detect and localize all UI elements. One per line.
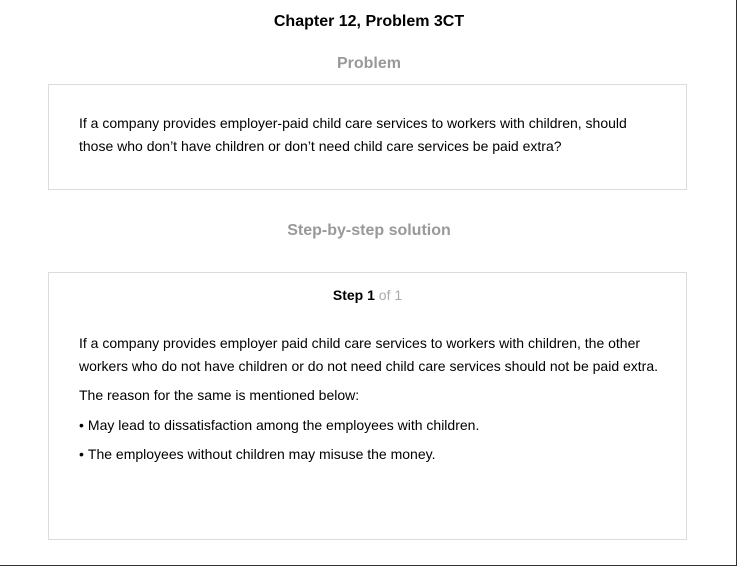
chapter-title: Chapter 12, Problem 3CT xyxy=(273,13,465,30)
solution-paragraph: If a company provides employer paid chil… xyxy=(79,335,659,374)
bullet-mark: • xyxy=(79,416,84,433)
step-of-total: of 1 xyxy=(378,287,403,303)
problem-card: If a company provides employer-paid chil… xyxy=(48,84,687,190)
solution-card: Step 1 of 1 If a company provides employ… xyxy=(48,272,687,540)
bullet-mark: • xyxy=(79,446,84,462)
solution-body: If a company provides employer paid chil… xyxy=(79,332,659,473)
step-number: 1 xyxy=(367,287,375,303)
list-item-text: May lead to dissatisfaction among the em… xyxy=(87,416,480,433)
reason-list: • May lead to dissatisfaction among the e… xyxy=(79,414,659,466)
step-word: Step xyxy=(332,287,364,303)
solution-heading: Step-by-step solution xyxy=(287,222,451,239)
step-label: Step 1 of 1 xyxy=(49,286,686,304)
reason-intro: The reason for the same is mentioned bel… xyxy=(79,387,360,403)
problem-heading: Problem xyxy=(336,55,401,72)
list-item: • The employees without children may misu… xyxy=(79,443,659,466)
list-item: • May lead to dissatisfaction among the e… xyxy=(79,414,659,437)
list-item-text: The employees without children may misus… xyxy=(87,446,436,462)
problem-text: If a company provides employer-paid chil… xyxy=(79,115,627,154)
